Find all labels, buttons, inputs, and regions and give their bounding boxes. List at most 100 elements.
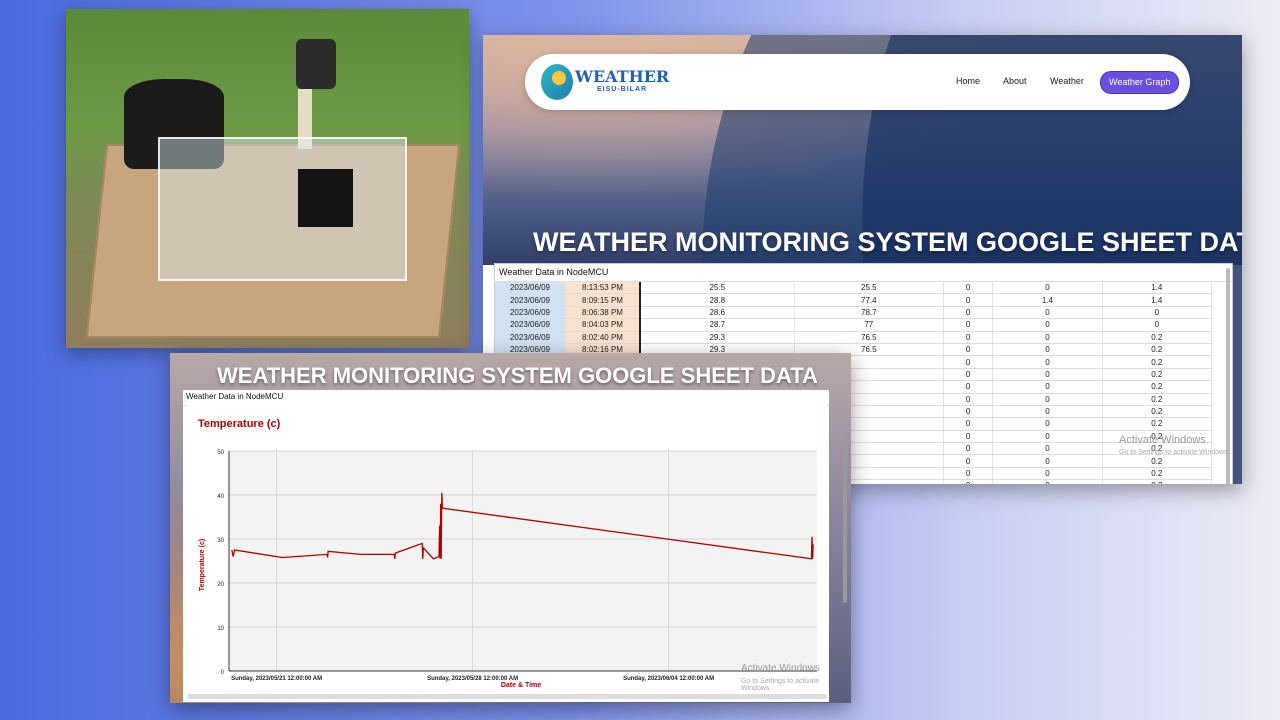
table-cell: 0 xyxy=(943,380,994,394)
chart-area: Temperature (c) 0 10 20 30 40 50 Sunday, 2023/… xyxy=(187,405,827,690)
nav-weather[interactable]: Weather xyxy=(1050,76,1084,86)
table-cell: 8:13:53 PM xyxy=(565,282,641,295)
table-cell: 0 xyxy=(943,293,994,307)
table-cell: 0 xyxy=(943,467,994,481)
nav-about[interactable]: About xyxy=(1003,76,1027,86)
table-cell: 0 xyxy=(992,442,1103,456)
table-cell: 0.2 xyxy=(1102,467,1213,481)
table-cell: 25.5 xyxy=(794,282,945,295)
page-scrollbar[interactable] xyxy=(843,433,847,603)
table-cell: 0.2 xyxy=(1102,355,1213,369)
table-cell: 77.4 xyxy=(794,293,945,307)
table-cell: 0 xyxy=(992,343,1103,357)
table-cell: 1.4 xyxy=(1102,293,1213,307)
page-title: WEATHER MONITORING SYSTEM GOOGLE SHEET D… xyxy=(533,227,1242,257)
table-cell: 0 xyxy=(943,479,994,484)
table-row: 2023/06/09 8:13:53 PM 25.5 25.5 0 0 1.4 xyxy=(495,282,1213,295)
table-cell: 0 xyxy=(992,467,1103,481)
anemometer xyxy=(296,39,336,89)
table-cell: 0 xyxy=(943,355,994,369)
table-cell: 0 xyxy=(992,318,1103,332)
chart-h-scrollbar[interactable] xyxy=(187,694,827,699)
y-tick-label: 20 xyxy=(217,582,224,588)
table-cell: 0 xyxy=(943,417,994,431)
table-cell: 1.4 xyxy=(1102,282,1213,295)
plot-area xyxy=(229,451,817,671)
table-cell: 0 xyxy=(992,393,1103,406)
table-cell: 0 xyxy=(943,393,994,406)
table-cell: 2023/06/09 xyxy=(495,282,566,295)
y-tick-label: 40 xyxy=(217,494,224,500)
table-row: 2023/06/09 8:06:38 PM 28.6 78.7 0 0 0 xyxy=(495,306,1213,320)
table-cell: 0 xyxy=(1102,306,1213,320)
table-cell: 0.2 xyxy=(1102,380,1213,394)
table-cell: 29.3 xyxy=(640,331,795,344)
table-cell: 0 xyxy=(992,380,1103,394)
table-cell: 0.2 xyxy=(1102,454,1213,468)
table-cell: 0 xyxy=(1102,318,1213,332)
table-cell: 77 xyxy=(794,318,945,332)
table-cell: 0 xyxy=(992,430,1103,444)
battery xyxy=(298,169,353,227)
table-cell: 28.6 xyxy=(640,306,795,320)
weather-logo-icon[interactable] xyxy=(541,64,573,100)
table-cell: 0.2 xyxy=(1102,393,1213,406)
table-cell: 8:09:15 PM xyxy=(565,293,641,307)
sheet-title: Weather Data in NodeMCU xyxy=(495,264,1232,282)
table-cell: 0 xyxy=(992,479,1103,484)
x-tick-label: Sunday, 2023/06/04 12:00:00 AM xyxy=(623,676,714,682)
table-cell: 0.2 xyxy=(1102,368,1213,382)
sun-icon xyxy=(552,71,566,85)
table-cell: 25.5 xyxy=(640,282,795,295)
activate-windows-subtitle: Go to Settings to activate Windows. xyxy=(1119,449,1230,456)
table-cell: 0 xyxy=(943,343,994,357)
table-cell: 2023/06/09 xyxy=(495,331,566,344)
nav-home[interactable]: Home xyxy=(956,76,980,86)
x-tick-label: Sunday, 2023/05/21 12:00:00 AM xyxy=(231,676,322,682)
table-cell: 1.4 xyxy=(992,293,1103,307)
logo-title[interactable]: WEATHER xyxy=(575,67,669,86)
browser-window-chart: WEATHER MONITORING SYSTEM GOOGLE SHEET D… xyxy=(170,353,851,703)
table-cell: 0.2 xyxy=(1102,479,1213,484)
chart-title: Temperature (c) xyxy=(198,418,281,430)
table-cell: 0.2 xyxy=(1102,343,1213,357)
table-cell: 0 xyxy=(992,417,1103,431)
table-row: 2023/06/09 8:02:40 PM 29.3 76.5 0 0 0.2 xyxy=(495,331,1213,344)
table-cell: 0.2 xyxy=(1102,417,1213,431)
table-cell: 0 xyxy=(943,430,994,444)
table-cell: 8:02:40 PM xyxy=(565,331,641,344)
table-cell: 0 xyxy=(943,318,994,332)
chart-panel-title: Weather Data in NodeMCU xyxy=(183,390,829,406)
table-cell: 0 xyxy=(992,306,1103,320)
table-cell: 0 xyxy=(992,331,1103,344)
table-cell: 2023/06/09 xyxy=(495,318,566,332)
table-cell: 0 xyxy=(992,405,1103,419)
acrylic-enclosure xyxy=(158,137,407,281)
table-cell: 2023/06/09 xyxy=(495,306,566,320)
table-cell: 0 xyxy=(943,405,994,419)
table-cell: 0 xyxy=(943,282,994,295)
table-cell: 28.8 xyxy=(640,293,795,307)
table-cell: 0 xyxy=(943,368,994,382)
table-cell: 0 xyxy=(992,368,1103,382)
chart-embed: Weather Data in NodeMCU Temperature (c) … xyxy=(183,390,829,702)
table-cell: 78.7 xyxy=(794,306,945,320)
table-cell: 2023/06/09 xyxy=(495,293,566,307)
table-cell: 0.2 xyxy=(1102,405,1213,419)
weather-station-photo xyxy=(66,9,469,348)
table-cell: 0 xyxy=(992,355,1103,369)
y-tick-label: 10 xyxy=(217,626,224,632)
y-tick-label: 30 xyxy=(217,538,224,544)
table-cell: 0 xyxy=(943,306,994,320)
table-cell: 8:06:38 PM xyxy=(565,306,641,320)
table-cell: 0 xyxy=(992,454,1103,468)
table-cell: 0 xyxy=(943,442,994,456)
table-cell: 28.7 xyxy=(640,318,795,332)
table-cell: 0.2 xyxy=(1102,331,1213,344)
page-title: WEATHER MONITORING SYSTEM GOOGLE SHEET D… xyxy=(217,363,818,388)
table-row: 2023/06/09 8:09:15 PM 28.8 77.4 0 1.4 1.4 xyxy=(495,293,1213,307)
table-cell: 0 xyxy=(992,282,1103,295)
table-cell: 76.5 xyxy=(794,331,945,344)
nav-weather-graph-button[interactable]: Weather Graph xyxy=(1100,71,1180,94)
activate-windows-title: Activate Windows xyxy=(1119,434,1206,446)
